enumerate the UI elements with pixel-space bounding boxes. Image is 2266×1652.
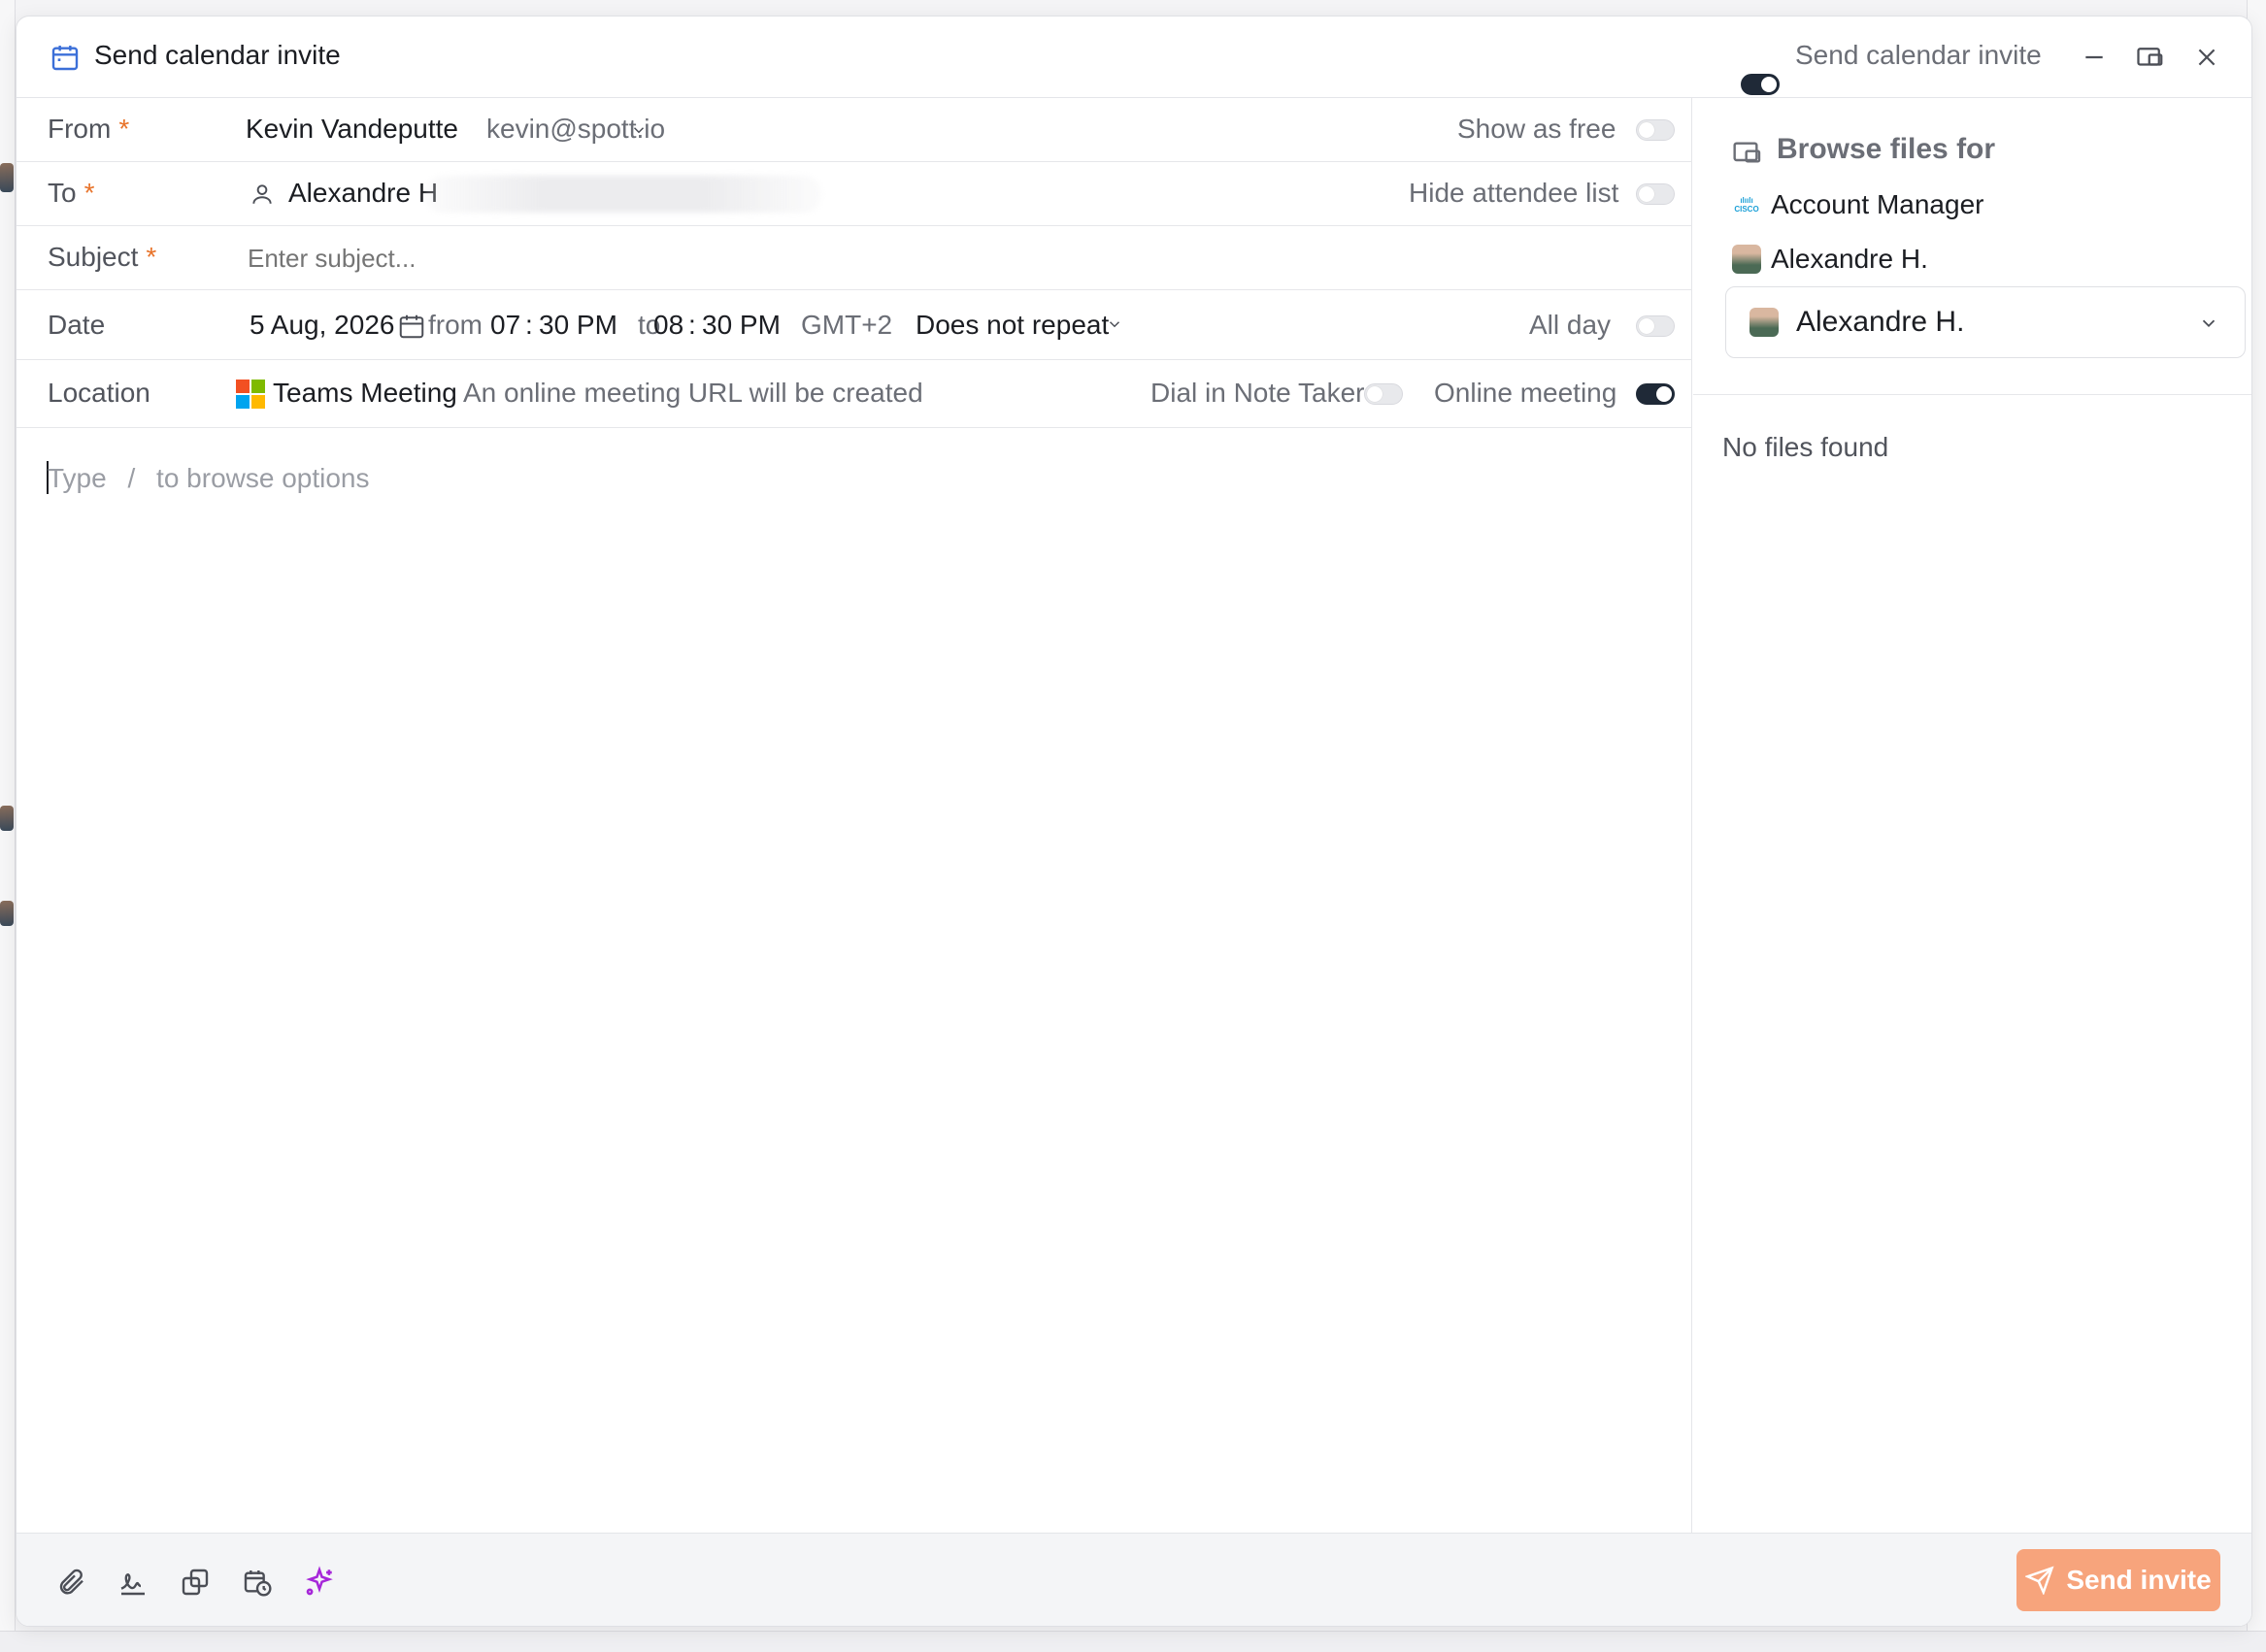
subject-input[interactable] xyxy=(248,236,1665,281)
chevron-down-icon xyxy=(633,127,645,134)
from-name: Kevin Vandeputte xyxy=(246,114,458,144)
send-invite-button[interactable]: Send invite xyxy=(2016,1549,2220,1611)
avatar xyxy=(1732,245,1761,274)
background-avatar xyxy=(0,806,14,831)
time-colon: : xyxy=(525,310,533,340)
all-day-label: All day xyxy=(1529,310,1612,340)
date-picker[interactable]: 5 Aug, 2026 xyxy=(232,300,426,350)
date-row: Date 5 Aug, 2026 from 07 : 30 PM to 08 :… xyxy=(17,290,1692,360)
side-item-alexandre[interactable]: Alexandre H. xyxy=(1732,244,1928,275)
cisco-logo-icon: ılıılı CISCO xyxy=(1734,196,1759,214)
send-calendar-invite-toggle[interactable] xyxy=(1741,73,1780,95)
send-calendar-invite-label: Send calendar invite xyxy=(1795,40,2042,70)
start-hour: 07 xyxy=(490,310,521,340)
close-icon xyxy=(2198,49,2216,66)
hide-attendee-list-toggle[interactable] xyxy=(1636,183,1675,205)
editor-placeholder: Type / to browse options xyxy=(48,463,370,493)
dial-in-note-taker-toggle[interactable] xyxy=(1364,383,1403,405)
subject-row: Subject * xyxy=(17,226,1692,290)
browse-files-heading: Browse files for xyxy=(1777,133,1996,165)
sparkles-icon xyxy=(306,1566,333,1596)
files-side-panel: Browse files for ılıılı CISCO Account Man… xyxy=(1693,98,2251,1533)
ai-assist-button[interactable] xyxy=(300,1563,339,1602)
end-hour: 08 xyxy=(653,310,684,340)
dial-in-note-taker-label: Dial in Note Taker xyxy=(1150,378,1365,408)
side-item-account-manager[interactable]: ılıılı CISCO Account Manager xyxy=(1732,189,1983,220)
date-label: Date xyxy=(48,310,106,340)
background-avatar xyxy=(0,901,14,926)
subject-label: Subject * xyxy=(48,242,157,272)
background-bottom-strip xyxy=(0,1631,2266,1652)
show-as-free-toggle[interactable] xyxy=(1636,119,1675,141)
calendar-invite-dialog: Send calendar invite Send calendar invit… xyxy=(16,16,2252,1627)
blurred-recipients xyxy=(424,176,822,213)
online-meeting-label: Online meeting xyxy=(1434,378,1617,408)
microsoft-teams-icon xyxy=(236,380,265,409)
popout-button[interactable] xyxy=(2131,38,2170,77)
send-invite-label: Send invite xyxy=(2066,1565,2212,1595)
send-icon xyxy=(2025,1566,2054,1595)
calendar-icon xyxy=(51,46,79,71)
paperclip-icon xyxy=(59,1569,83,1595)
no-files-message: No files found xyxy=(1722,432,1889,462)
from-label: From * xyxy=(48,114,130,144)
close-button[interactable] xyxy=(2187,38,2226,77)
dialog-title: Send calendar invite xyxy=(94,40,341,70)
end-time-input[interactable]: 08 : 30 PM xyxy=(653,300,799,350)
minimize-icon xyxy=(2085,55,2103,59)
person-icon xyxy=(252,184,272,204)
browse-files-icon xyxy=(1733,142,1761,163)
signature-button[interactable] xyxy=(114,1563,152,1602)
to-input[interactable] xyxy=(832,172,1317,216)
repeat-dropdown[interactable]: Does not repeat xyxy=(904,300,1137,350)
recipient-chip[interactable]: Alexandre H xyxy=(232,170,438,218)
contact-select[interactable]: Alexandre H. xyxy=(1725,286,2246,358)
copy-button[interactable] xyxy=(176,1563,215,1602)
location-provider[interactable]: Teams Meeting xyxy=(273,378,457,409)
online-meeting-toggle[interactable] xyxy=(1636,383,1675,405)
side-item-label: Account Manager xyxy=(1771,189,1984,219)
to-row: To * Alexandre H Hide attendee list xyxy=(17,162,1692,226)
dialog-footer: Send invite xyxy=(17,1533,2251,1626)
start-minute: 30 PM xyxy=(539,310,617,340)
location-label: Location xyxy=(48,378,150,408)
schedule-button[interactable] xyxy=(238,1563,277,1602)
recipient-name: Alexandre H xyxy=(288,178,439,208)
all-day-toggle[interactable] xyxy=(1636,315,1675,337)
hide-attendee-list-label: Hide attendee list xyxy=(1409,178,1619,208)
repeat-value: Does not repeat xyxy=(916,310,1110,340)
time-colon: : xyxy=(688,310,696,340)
start-time-input[interactable]: 07 : 30 PM xyxy=(490,300,636,350)
to-label: To * xyxy=(48,178,95,208)
invite-form: From * Kevin Vandeputte kevin@spott.io Sh… xyxy=(17,98,1692,1533)
minimize-button[interactable] xyxy=(2075,38,2114,77)
side-item-label: Alexandre H. xyxy=(1771,244,1928,274)
message-editor[interactable] xyxy=(17,429,1692,1532)
show-as-free-label: Show as free xyxy=(1457,114,1616,144)
date-value: 5 Aug, 2026 xyxy=(250,310,395,340)
chevron-down-icon xyxy=(1109,321,1120,328)
dialog-titlebar: Send calendar invite Send calendar invit… xyxy=(17,17,2251,98)
calendar-clock-icon xyxy=(244,1570,272,1597)
contact-select-value: Alexandre H. xyxy=(1796,306,1965,338)
side-divider xyxy=(1693,394,2251,395)
popout-icon xyxy=(2137,48,2163,66)
background-avatar xyxy=(0,163,14,192)
from-selector[interactable]: Kevin Vandeputte kevin@spott.io xyxy=(230,98,665,162)
location-note: An online meeting URL will be created xyxy=(463,378,923,408)
timezone: GMT+2 xyxy=(801,310,893,340)
attach-button[interactable] xyxy=(51,1563,90,1602)
avatar xyxy=(1749,308,1779,337)
chevron-down-icon xyxy=(2202,319,2216,328)
copy-icon xyxy=(182,1569,209,1596)
calendar-icon xyxy=(399,314,424,339)
from-time-label: from xyxy=(428,310,483,340)
from-row: From * Kevin Vandeputte kevin@spott.io Sh… xyxy=(17,98,1692,162)
end-minute: 30 PM xyxy=(702,310,781,340)
location-row: Location Teams Meeting An online meeting… xyxy=(17,360,1692,428)
signature-icon xyxy=(120,1573,145,1596)
